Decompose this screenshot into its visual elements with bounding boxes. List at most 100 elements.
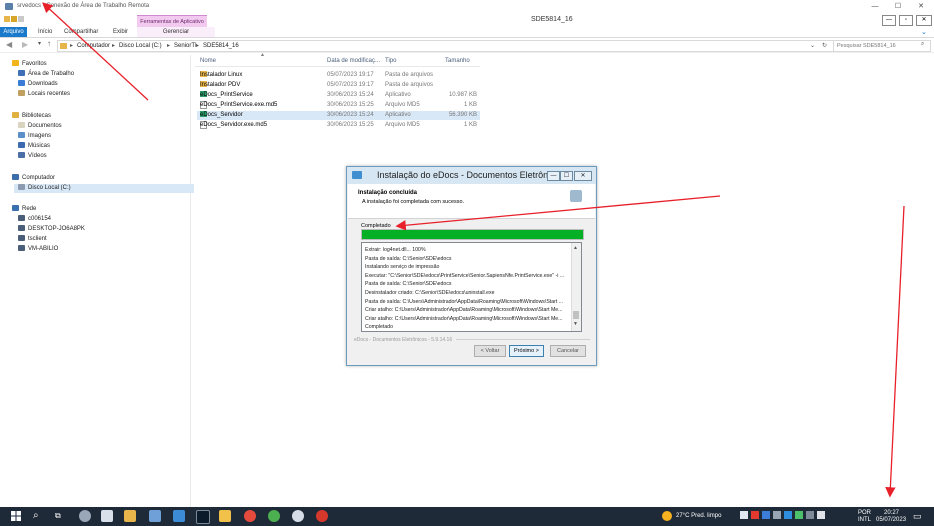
search-icon[interactable]: ⌕: [921, 41, 924, 48]
weather-text[interactable]: 27°C Pred. limpo: [676, 513, 721, 520]
nav-rede[interactable]: Rede: [12, 205, 36, 214]
chrome-taskbar-icon[interactable]: [244, 510, 256, 522]
clock-time[interactable]: 20:27: [884, 510, 899, 517]
nav-label: c006154: [28, 216, 52, 222]
tab-exibir[interactable]: Exibir: [109, 27, 132, 37]
installer-title: Instalação do eDocs - Documentos Eletrôn…: [377, 170, 565, 180]
scroll-up-icon[interactable]: ▲: [573, 245, 578, 251]
nav-locais-recentes[interactable]: Locais recentes: [18, 90, 70, 99]
back-button[interactable]: < Voltar: [474, 345, 506, 357]
tab-compartilhar[interactable]: Compartilhar: [60, 27, 102, 37]
breadcrumb-disco-local[interactable]: Disco Local (C:): [119, 42, 162, 50]
refresh-icon[interactable]: ↻: [822, 42, 827, 50]
recent-locations-icon[interactable]: ▾: [38, 40, 41, 47]
table-row[interactable]: Instalador PDV 05/07/2023 19:17 Pasta de…: [197, 81, 480, 90]
explorer-minimize-button[interactable]: —: [882, 15, 896, 26]
cancel-button[interactable]: Cancelar: [550, 345, 586, 357]
installer-close-button[interactable]: ✕: [574, 171, 592, 181]
tray-icons[interactable]: [740, 511, 836, 521]
installer-header: Instalação concluída A instalação foi co…: [348, 184, 595, 219]
rdp-close-button[interactable]: ✕: [914, 2, 928, 11]
file-name: eDocs_PrintService.exe.md5: [200, 102, 278, 108]
search-input[interactable]: Pesquisar SDE5814_16 ⌕: [833, 40, 931, 52]
music-icon: [18, 142, 25, 149]
table-row[interactable]: eDocs_PrintService 30/06/2023 15:24 Apli…: [197, 91, 480, 100]
nav-disco-local[interactable]: Disco Local (C:): [14, 184, 194, 193]
address-bar[interactable]: ▸ Computador ▸ Disco Local (C:) ▸ Senior…: [57, 40, 834, 52]
log-scrollbar[interactable]: ▲ ▼: [571, 243, 581, 331]
libraries-icon: [12, 112, 19, 119]
table-row[interactable]: eDocs_PrintService.exe.md5 30/06/2023 15…: [197, 101, 480, 110]
folder-taskbar-icon[interactable]: [219, 510, 231, 522]
nav-musicas[interactable]: Músicas: [18, 142, 50, 151]
nav-computador[interactable]: Computador: [12, 174, 55, 183]
file-type: Pasta de arquivos: [385, 72, 434, 78]
folder-icon: [60, 43, 67, 49]
file-explorer-taskbar-icon[interactable]: [124, 510, 136, 522]
nav-videos[interactable]: Vídeos: [18, 152, 47, 161]
taskbar-app-icon[interactable]: [316, 510, 328, 522]
nav-rede-item[interactable]: DESKTOP-JO6A8PK: [18, 225, 85, 234]
nav-rede-item[interactable]: tsclient: [18, 235, 47, 244]
column-header-name[interactable]: Nome: [200, 58, 216, 64]
forward-icon[interactable]: ▶: [22, 40, 28, 49]
breadcrumb-computador[interactable]: Computador: [77, 42, 110, 50]
column-header-type[interactable]: Tipo: [385, 58, 396, 64]
drive-icon: [18, 184, 25, 191]
table-row[interactable]: eDocs_Servidor.exe.md5 30/06/2023 15:25 …: [197, 121, 480, 130]
tab-inicio[interactable]: Início: [34, 27, 56, 37]
installer-maximize-button[interactable]: ☐: [560, 171, 573, 181]
search-icon[interactable]: ⌕: [33, 510, 39, 521]
up-icon[interactable]: ↑: [47, 39, 51, 48]
table-row[interactable]: Instalador Linux 05/07/2023 19:17 Pasta …: [197, 71, 480, 80]
tab-gerenciar[interactable]: Gerenciar: [137, 27, 215, 37]
nav-bibliotecas[interactable]: Bibliotecas: [12, 112, 51, 121]
back-icon[interactable]: ◀: [6, 40, 12, 49]
nav-rede-item[interactable]: VM-ABILIO: [18, 245, 58, 254]
file-name: Instalador Linux: [200, 72, 243, 78]
next-button[interactable]: Próximo >: [509, 345, 544, 357]
rdp-icon: [5, 3, 13, 10]
taskbar-app-icon[interactable]: [149, 510, 161, 522]
rdp-minimize-button[interactable]: —: [868, 2, 882, 11]
address-dropdown-icon[interactable]: ⌄: [810, 42, 815, 50]
notification-icon[interactable]: ▭: [913, 511, 922, 522]
windows-start-icon[interactable]: [11, 511, 21, 521]
table-row-selected[interactable]: eDocs_Servidor 30/06/2023 15:24 Aplicati…: [197, 111, 480, 120]
breadcrumb-seniorti[interactable]: SeniorTI: [174, 42, 197, 50]
tab-arquivo[interactable]: Arquivo: [0, 27, 27, 37]
scroll-down-icon[interactable]: ▼: [573, 321, 578, 327]
nav-area-trabalho[interactable]: Área de Trabalho: [18, 70, 74, 79]
installer-minimize-button[interactable]: —: [547, 171, 560, 181]
file-name: eDocs_PrintService: [200, 92, 253, 98]
keyboard-layout[interactable]: INTL: [858, 517, 871, 524]
quick-access-toolbar[interactable]: [4, 16, 34, 24]
language-indicator[interactable]: POR: [858, 510, 871, 517]
scroll-thumb[interactable]: [573, 311, 579, 319]
clock-date[interactable]: 05/07/2023: [876, 517, 906, 524]
nav-label: Computador: [22, 175, 56, 181]
nav-rede-item[interactable]: c006154: [18, 215, 51, 224]
explorer-close-button[interactable]: ✕: [916, 15, 932, 26]
column-header-date[interactable]: Data de modificaç...: [327, 58, 380, 64]
nav-imagens[interactable]: Imagens: [18, 132, 51, 141]
explorer-maximize-button[interactable]: ▫: [899, 15, 913, 26]
rdp-maximize-button[interactable]: ☐: [891, 2, 905, 11]
taskbar-app-icon[interactable]: [173, 510, 185, 522]
terminal-taskbar-icon[interactable]: [196, 510, 210, 524]
weather-icon[interactable]: [662, 511, 672, 521]
task-view-icon[interactable]: ⧉: [55, 511, 61, 521]
ribbon-expand-icon[interactable]: ⌄: [921, 28, 927, 36]
install-log[interactable]: Extrair: log4net.dll... 100% Pasta de saí…: [361, 242, 582, 332]
installer-heading: Instalação concluída: [358, 190, 418, 196]
taskbar-app-icon[interactable]: [101, 510, 113, 522]
nav-favoritos[interactable]: Favoritos: [12, 60, 47, 69]
taskbar-app-icon[interactable]: [292, 510, 304, 522]
taskbar-app-icon[interactable]: [79, 510, 91, 522]
header-divider: [195, 66, 480, 67]
nav-documentos[interactable]: Documentos: [18, 122, 62, 131]
breadcrumb-sde[interactable]: SDE5814_16: [203, 42, 239, 50]
chrome-taskbar-icon[interactable]: [268, 510, 280, 522]
column-header-size[interactable]: Tamanho: [445, 58, 470, 64]
nav-downloads[interactable]: Downloads: [18, 80, 58, 89]
